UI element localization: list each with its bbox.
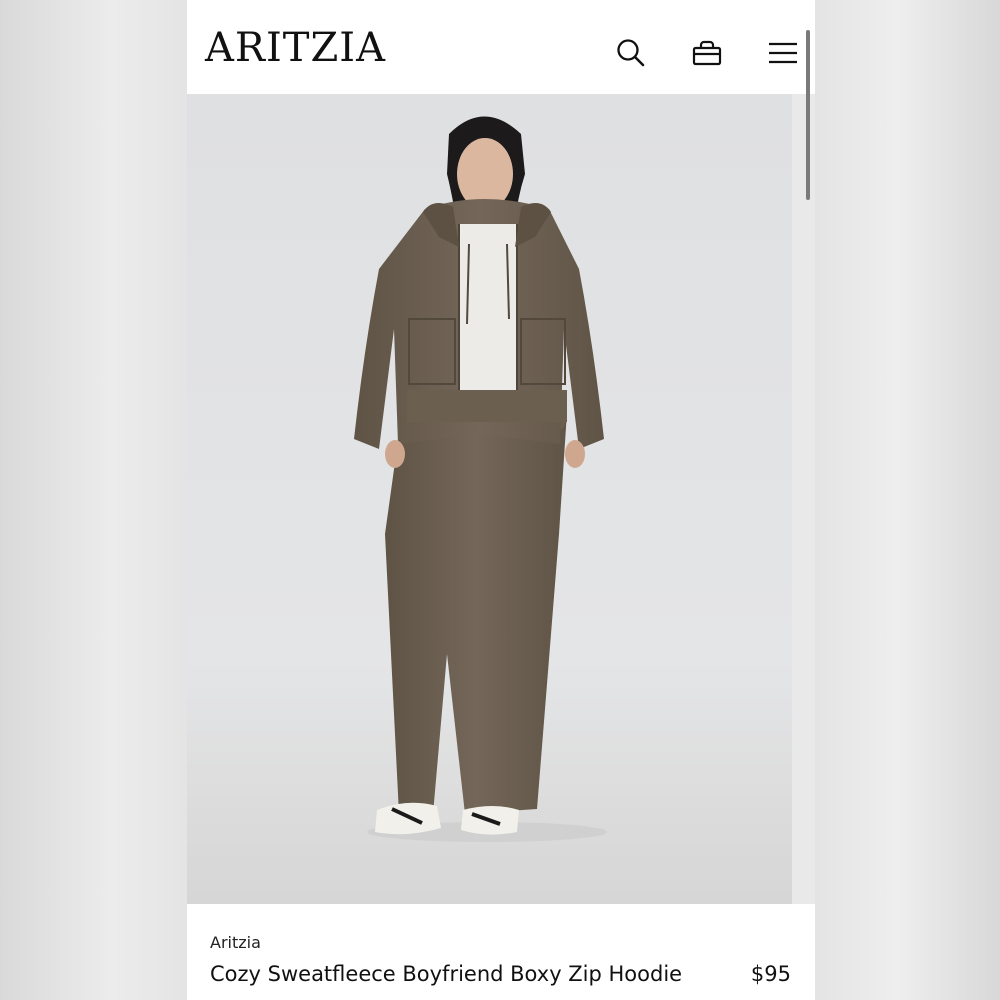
model-illustration: [187, 116, 792, 904]
product-name[interactable]: Cozy Sweatfleece Boyfriend Boxy Zip Hood…: [210, 962, 682, 986]
search-icon[interactable]: [614, 36, 648, 70]
bag-icon[interactable]: [690, 36, 724, 70]
image-edge: [792, 94, 815, 904]
scrollbar[interactable]: [806, 30, 810, 200]
product-brand: Aritzia: [210, 933, 261, 952]
brand-logo[interactable]: ARITZIA: [205, 28, 386, 68]
product-price: $95: [750, 962, 791, 986]
mobile-page: ARITZIA Aritzia Cozy Sweatfleece Boyfrie…: [187, 0, 815, 1000]
background-left: [0, 0, 187, 1000]
product-image[interactable]: [187, 94, 792, 904]
background-right: [815, 0, 1000, 1000]
product-info: Aritzia Cozy Sweatfleece Boyfriend Boxy …: [187, 904, 815, 1000]
site-header: ARITZIA: [187, 0, 815, 94]
menu-icon[interactable]: [766, 36, 800, 70]
